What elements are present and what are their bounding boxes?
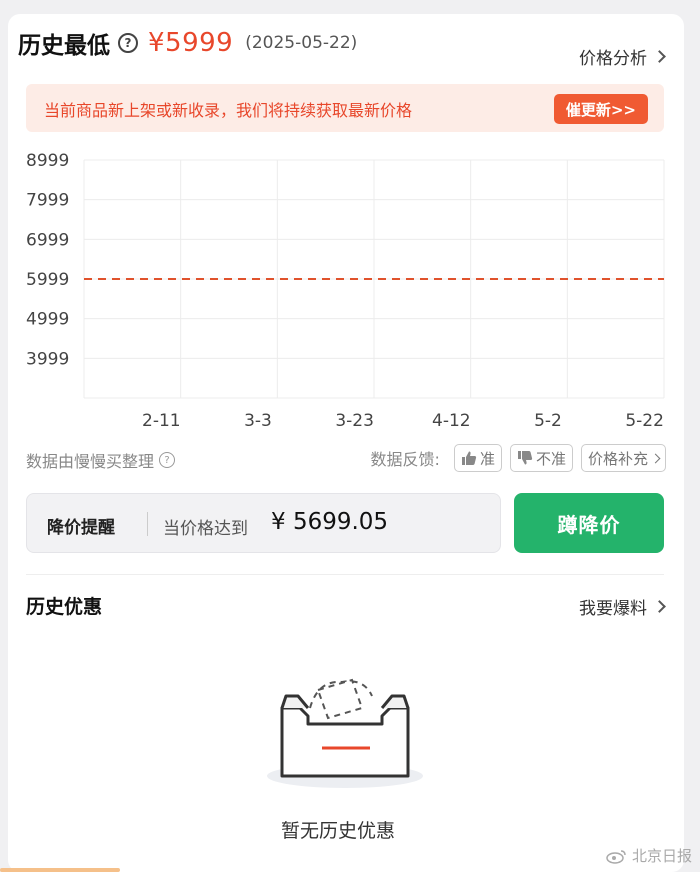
data-source: 数据由慢慢买整理 ? [26,448,176,472]
price-alert-box: 降价提醒 当价格达到 ¥ 5699.05 [26,493,501,553]
price-supplement-button[interactable]: 价格补充 [580,444,666,472]
lowest-price: ¥5999 [148,28,234,58]
chevron-right-icon [650,453,661,463]
wait-price-drop-button[interactable]: 蹲降价 [514,493,664,553]
chart-x-tick-label: 5-2 [534,411,562,431]
chevron-right-icon [653,50,666,63]
chart-y-tick-label: 7999 [26,191,69,211]
header: 历史最低 ? ¥5999 (2025-05-22) [18,26,357,60]
source-help-icon[interactable]: ? [159,452,176,468]
price-alert-target[interactable]: ¥ 5699.05 [271,509,388,535]
feedback-inaccurate-label: 不准 [535,449,566,468]
price-alert-label: 降价提醒 [47,518,115,538]
page-title: 历史最低 [18,33,110,59]
report-deal-link[interactable]: 我要爆料 [579,594,666,619]
chart-x-tick-label: 3-3 [244,411,272,431]
feedback-inaccurate-button[interactable]: 不准 [509,444,573,472]
chevron-right-icon [653,600,666,613]
weibo-icon [606,849,626,864]
price-analysis-label: 价格分析 [579,49,647,69]
watermark-text: 北京日报 [631,847,692,865]
help-icon[interactable]: ? [118,33,138,53]
price-chart: 8999 7999 6999 5999 4999 3999 2-11 3-3 3-23 4-12 5… [26,151,665,431]
thumbs-down-icon [517,451,533,465]
data-source-label: 数据由慢慢买整理 [26,452,155,471]
feedback-accurate-button[interactable]: 准 [453,444,502,472]
lowest-price-date: (2025-05-22) [245,33,358,53]
chart-y-tick-label: 8999 [26,151,69,171]
thumbs-up-icon [461,451,477,465]
empty-box-illustration [267,678,423,788]
chart-x-tick-label: 3-23 [335,411,374,431]
chart-x-tick-label: 2-11 [142,411,181,431]
notice-banner: 当前商品新上架或新收录，我们将持续获取最新价格 催更新>> [26,84,664,132]
price-supplement-label: 价格补充 [587,449,648,468]
bottom-indicator [0,868,120,872]
request-update-button[interactable]: 催更新>> [553,94,648,124]
chart-y-tick-label: 5999 [26,270,69,290]
feedback-label: 数据反馈: [370,450,440,469]
source-row: 数据由慢慢买整理 ? 数据反馈: 准 不准 价格补充 [26,444,666,474]
notice-text: 当前商品新上架或新收录，我们将持续获取最新价格 [44,101,413,120]
empty-state-text: 暂无历史优惠 [280,820,395,842]
price-analysis-link[interactable]: 价格分析 [579,44,666,69]
data-feedback: 数据反馈: 准 不准 价格补充 [371,444,666,472]
price-alert-condition: 当价格达到 [163,519,248,539]
chart-y-tick-label: 4999 [26,310,69,330]
feedback-accurate-label: 准 [479,449,495,468]
report-deal-label: 我要爆料 [579,599,647,619]
history-deals-title: 历史优惠 [26,596,103,618]
alert-divider [147,512,148,536]
watermark: 北京日报 [606,845,692,866]
chart-y-tick-label: 3999 [26,349,69,369]
section-divider [26,574,664,575]
chart-x-tick-label: 4-12 [432,411,471,431]
chart-y-tick-label: 6999 [26,230,69,250]
chart-x-tick-label: 5-22 [625,411,664,431]
